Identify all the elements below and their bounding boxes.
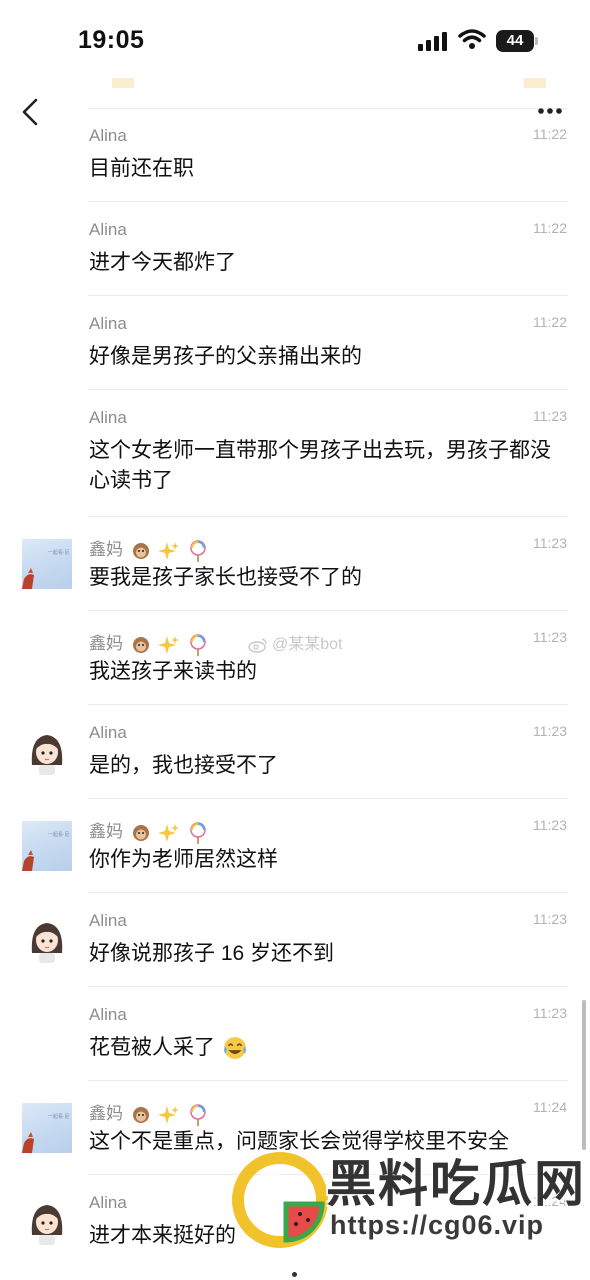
- message-item[interactable]: 一起看·尼 鑫妈 11:24 这个不是重点，问题家长会觉得学校里不安全: [0, 1081, 590, 1175]
- monkey-icon: [132, 542, 149, 559]
- monkey-icon: [132, 636, 149, 653]
- message-item[interactable]: 一起看·尼 鑫妈 11:23 要我是孩子家长也接受不了的: [0, 517, 590, 611]
- sparkles-icon: [158, 823, 180, 842]
- message-time: 11:23: [533, 535, 567, 551]
- message-text: 是的，我也接受不了: [89, 754, 278, 777]
- weibo-watermark: @某某bot: [248, 630, 343, 654]
- avatar-girl-cartoon[interactable]: [22, 727, 72, 777]
- chat-message-list[interactable]: Alina 11:22 目前还在职 Alina 11:22 进才今天都炸了 Al…: [0, 108, 590, 1280]
- message-text: 好像是男孩子的父亲捅出来的: [89, 345, 362, 368]
- lollipop-icon: [190, 1103, 206, 1126]
- message-text: 你作为老师居然这样: [89, 848, 278, 871]
- message-time: 11:23: [533, 629, 567, 645]
- message-text-line: 花苞被人采了: [89, 1033, 567, 1063]
- message-time: 11:23: [533, 1005, 567, 1021]
- sender-name-text: 鑫妈: [89, 822, 123, 841]
- avatar-image: [31, 1205, 63, 1245]
- monkey-icon: [132, 824, 149, 841]
- message-text: 我送孩子来读书的: [89, 660, 257, 683]
- sparkles-icon: [158, 635, 180, 654]
- partial-previous-message: [88, 68, 568, 109]
- avatar-girl-cartoon[interactable]: [22, 915, 72, 965]
- svg-text:一起看·尼: 一起看·尼: [48, 549, 70, 556]
- battery-icon: 44: [496, 30, 538, 52]
- avatar-image: [31, 923, 63, 963]
- message-item[interactable]: Alina 11:23 是的，我也接受不了: [0, 705, 590, 799]
- cellular-signal-icon: [418, 32, 447, 51]
- svg-text:一起看·尼: 一起看·尼: [48, 1113, 70, 1120]
- sender-name[interactable]: 鑫妈: [89, 629, 209, 656]
- status-time: 19:05: [78, 26, 145, 54]
- avatar-sky-photo[interactable]: 一起看·尼: [22, 821, 72, 871]
- message-text: 进才本来挺好的: [89, 1224, 236, 1247]
- laughing-crying-icon: [223, 1037, 246, 1060]
- message-time: 11:23: [533, 408, 567, 424]
- battery-level: 44: [496, 30, 534, 52]
- message-time: 11:23: [533, 911, 567, 927]
- avatar-girl-cartoon[interactable]: [22, 1197, 72, 1247]
- sender-name[interactable]: Alina: [89, 1005, 127, 1025]
- sender-name-text: 鑫妈: [89, 634, 123, 653]
- sender-name[interactable]: Alina: [89, 723, 127, 743]
- scrollbar[interactable]: [582, 1000, 586, 1150]
- message-text: 目前还在职: [89, 157, 194, 180]
- message-time: 11:24: [533, 1193, 567, 1209]
- sender-name[interactable]: Alina: [89, 314, 127, 334]
- sender-name[interactable]: 鑫妈: [89, 817, 209, 844]
- message-item[interactable]: Alina 11:23 好像说那孩子 16 岁还不到: [0, 893, 590, 987]
- message-time: 11:22: [533, 126, 567, 142]
- svg-text:一起看·尼: 一起看·尼: [48, 831, 70, 838]
- sparkles-icon: [158, 541, 180, 560]
- lollipop-icon: [190, 633, 206, 656]
- sender-name[interactable]: Alina: [89, 408, 127, 428]
- sender-name[interactable]: Alina: [89, 1193, 127, 1213]
- sender-name[interactable]: 鑫妈: [89, 535, 209, 562]
- weibo-watermark-text: @某某bot: [272, 636, 343, 653]
- avatar-image: 一起看·尼: [22, 549, 70, 589]
- message-item[interactable]: Alina 11:24 进才本来挺好的: [0, 1175, 590, 1269]
- message-time: 11:24: [533, 1099, 567, 1115]
- monkey-icon: [132, 1106, 149, 1123]
- message-item[interactable]: Alina 11:23 花苞被人采了: [0, 987, 590, 1081]
- sender-name[interactable]: Alina: [89, 220, 127, 240]
- message-text: 好像说那孩子 16 岁还不到: [89, 942, 335, 965]
- sparkles-icon: [158, 1105, 180, 1124]
- sender-name[interactable]: Alina: [89, 911, 127, 931]
- message-text: 这个女老师一直带那个男孩子出去玩，男孩子都没心读书了: [89, 439, 551, 492]
- home-indicator: [292, 1272, 297, 1277]
- message-time: 11:23: [533, 723, 567, 739]
- message-item[interactable]: Alina 11:22 进才今天都炸了: [0, 202, 590, 296]
- avatar-sky-photo[interactable]: 一起看·尼: [22, 539, 72, 589]
- message-item[interactable]: Alina 11:22 目前还在职: [0, 108, 590, 202]
- lollipop-icon: [190, 821, 206, 844]
- weibo-logo-icon: [248, 638, 267, 653]
- avatar-image: 一起看·尼: [22, 1113, 70, 1153]
- avatar-image: 一起看·尼: [22, 831, 70, 871]
- lollipop-icon: [190, 539, 206, 562]
- message-item[interactable]: Alina 11:22 好像是男孩子的父亲捅出来的: [0, 296, 590, 390]
- message-text: 花苞被人采了: [89, 1036, 215, 1059]
- message-time: 11:22: [533, 314, 567, 330]
- message-time: 11:22: [533, 220, 567, 236]
- message-text: 要我是孩子家长也接受不了的: [89, 566, 362, 589]
- message-text: 进才今天都炸了: [89, 251, 236, 274]
- message-item[interactable]: Alina 11:23 这个女老师一直带那个男孩子出去玩，男孩子都没心读书了: [0, 390, 590, 517]
- avatar-image: [31, 735, 63, 775]
- message-text: 这个不是重点，问题家长会觉得学校里不安全: [89, 1130, 509, 1153]
- sender-name-text: 鑫妈: [89, 1104, 123, 1123]
- avatar-sky-photo[interactable]: 一起看·尼: [22, 1103, 72, 1153]
- sender-name[interactable]: Alina: [89, 126, 127, 146]
- wifi-icon: [458, 29, 486, 49]
- message-time: 11:23: [533, 817, 567, 833]
- sender-name-text: 鑫妈: [89, 540, 123, 559]
- message-item[interactable]: 鑫妈 11:23 我送孩子来读书的: [0, 611, 590, 705]
- message-item[interactable]: 一起看·尼 鑫妈 11:23 你作为老师居然这样: [0, 799, 590, 893]
- sender-name[interactable]: 鑫妈: [89, 1099, 209, 1126]
